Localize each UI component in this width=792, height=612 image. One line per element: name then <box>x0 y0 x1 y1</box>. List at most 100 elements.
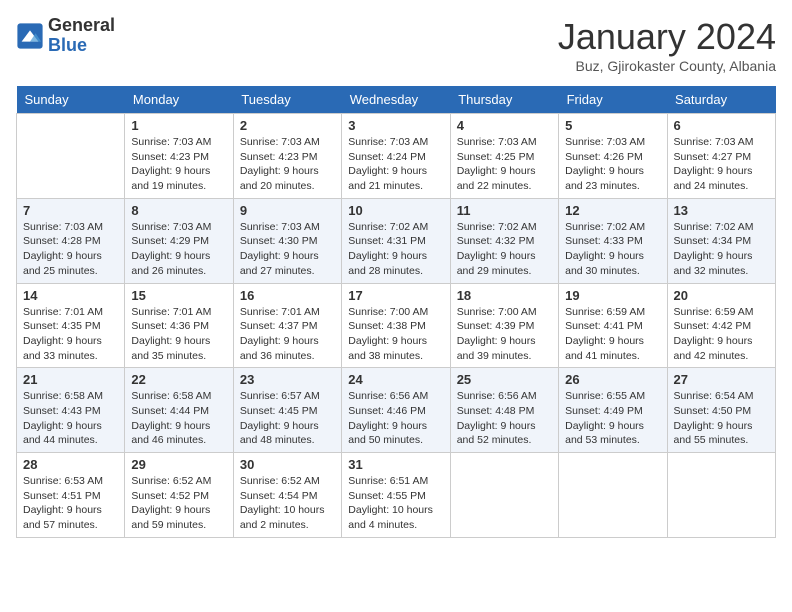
day-number: 16 <box>240 288 335 303</box>
calendar-cell: 16 Sunrise: 7:01 AMSunset: 4:37 PMDayligh… <box>233 283 341 368</box>
day-number: 11 <box>457 203 552 218</box>
calendar-week-row: 28Sunrise: 6:53 AMSunset: 4:51 PMDayligh… <box>17 453 776 538</box>
calendar-week-row: 14Sunrise: 7:01 AMSunset: 4:35 PMDayligh… <box>17 283 776 368</box>
day-info: Sunrise: 7:01 AMSunset: 4:36 PMDaylight:… <box>131 305 226 364</box>
day-number: 5 <box>565 118 660 133</box>
day-number: 13 <box>674 203 769 218</box>
day-number: 27 <box>674 372 769 387</box>
day-number: 14 <box>23 288 118 303</box>
day-info: Sunrise: 7:00 AMSunset: 4:39 PMDaylight:… <box>457 305 552 364</box>
day-info: Sunrise: 6:56 AMSunset: 4:46 PMDaylight:… <box>348 389 443 448</box>
day-info: Sunrise: 7:03 AMSunset: 4:27 PMDaylight:… <box>674 135 769 194</box>
calendar-cell: 11 Sunrise: 7:02 AMSunset: 4:32 PMDayligh… <box>450 198 558 283</box>
day-info: Sunrise: 7:03 AMSunset: 4:25 PMDaylight:… <box>457 135 552 194</box>
logo-icon <box>16 22 44 50</box>
day-info: Sunrise: 7:02 AMSunset: 4:32 PMDaylight:… <box>457 220 552 279</box>
weekday-header-wednesday: Wednesday <box>342 86 450 114</box>
calendar-cell: 18 Sunrise: 7:00 AMSunset: 4:39 PMDayligh… <box>450 283 558 368</box>
day-number: 6 <box>674 118 769 133</box>
day-number: 9 <box>240 203 335 218</box>
calendar-cell: 19 Sunrise: 6:59 AMSunset: 4:41 PMDayligh… <box>559 283 667 368</box>
calendar-cell: 2Sunrise: 7:03 AMSunset: 4:23 PMDaylight… <box>233 114 341 199</box>
calendar-cell: 8 Sunrise: 7:03 AMSunset: 4:29 PMDaylight… <box>125 198 233 283</box>
day-info: Sunrise: 6:52 AMSunset: 4:52 PMDaylight:… <box>131 474 226 533</box>
day-number: 7 <box>23 203 118 218</box>
page-header: General Blue January 2024 Buz, Gjirokast… <box>16 16 776 74</box>
day-number: 17 <box>348 288 443 303</box>
calendar-cell: 29 Sunrise: 6:52 AMSunset: 4:52 PMDayligh… <box>125 453 233 538</box>
day-number: 10 <box>348 203 443 218</box>
logo-blue: Blue <box>48 36 115 56</box>
day-info: Sunrise: 6:59 AMSunset: 4:41 PMDaylight:… <box>565 305 660 364</box>
weekday-header-saturday: Saturday <box>667 86 775 114</box>
calendar-cell: 24Sunrise: 6:56 AMSunset: 4:46 PMDayligh… <box>342 368 450 453</box>
calendar-cell <box>559 453 667 538</box>
calendar-cell: 4Sunrise: 7:03 AMSunset: 4:25 PMDaylight… <box>450 114 558 199</box>
day-info: Sunrise: 6:52 AMSunset: 4:54 PMDaylight:… <box>240 474 335 533</box>
calendar-cell: 23Sunrise: 6:57 AMSunset: 4:45 PMDayligh… <box>233 368 341 453</box>
calendar-cell: 10 Sunrise: 7:02 AMSunset: 4:31 PMDayligh… <box>342 198 450 283</box>
day-info: Sunrise: 7:02 AMSunset: 4:33 PMDaylight:… <box>565 220 660 279</box>
calendar-cell <box>450 453 558 538</box>
day-number: 12 <box>565 203 660 218</box>
weekday-header-row: SundayMondayTuesdayWednesdayThursdayFrid… <box>17 86 776 114</box>
calendar-cell: 22 Sunrise: 6:58 AMSunset: 4:44 PMDayligh… <box>125 368 233 453</box>
day-number: 1 <box>131 118 226 133</box>
title-area: January 2024 Buz, Gjirokaster County, Al… <box>558 16 776 74</box>
calendar-cell: 14Sunrise: 7:01 AMSunset: 4:35 PMDayligh… <box>17 283 125 368</box>
day-info: Sunrise: 7:03 AMSunset: 4:29 PMDaylight:… <box>131 220 226 279</box>
weekday-header-friday: Friday <box>559 86 667 114</box>
location-subtitle: Buz, Gjirokaster County, Albania <box>558 58 776 74</box>
calendar-cell: 12 Sunrise: 7:02 AMSunset: 4:33 PMDayligh… <box>559 198 667 283</box>
day-number: 22 <box>131 372 226 387</box>
day-info: Sunrise: 7:03 AMSunset: 4:23 PMDaylight:… <box>131 135 226 194</box>
calendar-cell: 17 Sunrise: 7:00 AMSunset: 4:38 PMDayligh… <box>342 283 450 368</box>
day-info: Sunrise: 6:51 AMSunset: 4:55 PMDaylight:… <box>348 474 443 533</box>
day-number: 8 <box>131 203 226 218</box>
day-info: Sunrise: 7:00 AMSunset: 4:38 PMDaylight:… <box>348 305 443 364</box>
calendar-cell: 6 Sunrise: 7:03 AMSunset: 4:27 PMDaylight… <box>667 114 775 199</box>
calendar-cell: 15 Sunrise: 7:01 AMSunset: 4:36 PMDayligh… <box>125 283 233 368</box>
calendar-week-row: 21 Sunrise: 6:58 AMSunset: 4:43 PMDayligh… <box>17 368 776 453</box>
calendar-cell: 26 Sunrise: 6:55 AMSunset: 4:49 PMDayligh… <box>559 368 667 453</box>
day-number: 26 <box>565 372 660 387</box>
day-number: 19 <box>565 288 660 303</box>
day-number: 21 <box>23 372 118 387</box>
day-number: 3 <box>348 118 443 133</box>
calendar-cell: 1 Sunrise: 7:03 AMSunset: 4:23 PMDaylight… <box>125 114 233 199</box>
day-info: Sunrise: 7:03 AMSunset: 4:26 PMDaylight:… <box>565 135 660 194</box>
calendar-body: 1 Sunrise: 7:03 AMSunset: 4:23 PMDaylight… <box>17 114 776 538</box>
day-number: 18 <box>457 288 552 303</box>
day-info: Sunrise: 7:01 AMSunset: 4:37 PMDaylight:… <box>240 305 335 364</box>
day-info: Sunrise: 7:03 AMSunset: 4:24 PMDaylight:… <box>348 135 443 194</box>
calendar-week-row: 1 Sunrise: 7:03 AMSunset: 4:23 PMDaylight… <box>17 114 776 199</box>
calendar-cell: 27Sunrise: 6:54 AMSunset: 4:50 PMDayligh… <box>667 368 775 453</box>
day-info: Sunrise: 6:57 AMSunset: 4:45 PMDaylight:… <box>240 389 335 448</box>
weekday-header-thursday: Thursday <box>450 86 558 114</box>
day-info: Sunrise: 7:02 AMSunset: 4:31 PMDaylight:… <box>348 220 443 279</box>
day-info: Sunrise: 6:55 AMSunset: 4:49 PMDaylight:… <box>565 389 660 448</box>
day-info: Sunrise: 7:03 AMSunset: 4:28 PMDaylight:… <box>23 220 118 279</box>
day-info: Sunrise: 6:59 AMSunset: 4:42 PMDaylight:… <box>674 305 769 364</box>
day-number: 29 <box>131 457 226 472</box>
calendar-cell: 28Sunrise: 6:53 AMSunset: 4:51 PMDayligh… <box>17 453 125 538</box>
day-info: Sunrise: 6:58 AMSunset: 4:44 PMDaylight:… <box>131 389 226 448</box>
day-number: 15 <box>131 288 226 303</box>
day-info: Sunrise: 7:03 AMSunset: 4:23 PMDaylight:… <box>240 135 335 194</box>
calendar-header: SundayMondayTuesdayWednesdayThursdayFrid… <box>17 86 776 114</box>
calendar-table: SundayMondayTuesdayWednesdayThursdayFrid… <box>16 86 776 538</box>
day-number: 30 <box>240 457 335 472</box>
day-number: 25 <box>457 372 552 387</box>
calendar-cell <box>17 114 125 199</box>
logo-text: General Blue <box>48 16 115 56</box>
calendar-cell: 25Sunrise: 6:56 AMSunset: 4:48 PMDayligh… <box>450 368 558 453</box>
calendar-cell: 30 Sunrise: 6:52 AMSunset: 4:54 PMDayligh… <box>233 453 341 538</box>
calendar-cell: 20Sunrise: 6:59 AMSunset: 4:42 PMDayligh… <box>667 283 775 368</box>
calendar-cell: 5 Sunrise: 7:03 AMSunset: 4:26 PMDaylight… <box>559 114 667 199</box>
weekday-header-sunday: Sunday <box>17 86 125 114</box>
month-title: January 2024 <box>558 16 776 58</box>
weekday-header-tuesday: Tuesday <box>233 86 341 114</box>
calendar-cell: 21 Sunrise: 6:58 AMSunset: 4:43 PMDayligh… <box>17 368 125 453</box>
calendar-cell: 9Sunrise: 7:03 AMSunset: 4:30 PMDaylight… <box>233 198 341 283</box>
day-info: Sunrise: 6:58 AMSunset: 4:43 PMDaylight:… <box>23 389 118 448</box>
